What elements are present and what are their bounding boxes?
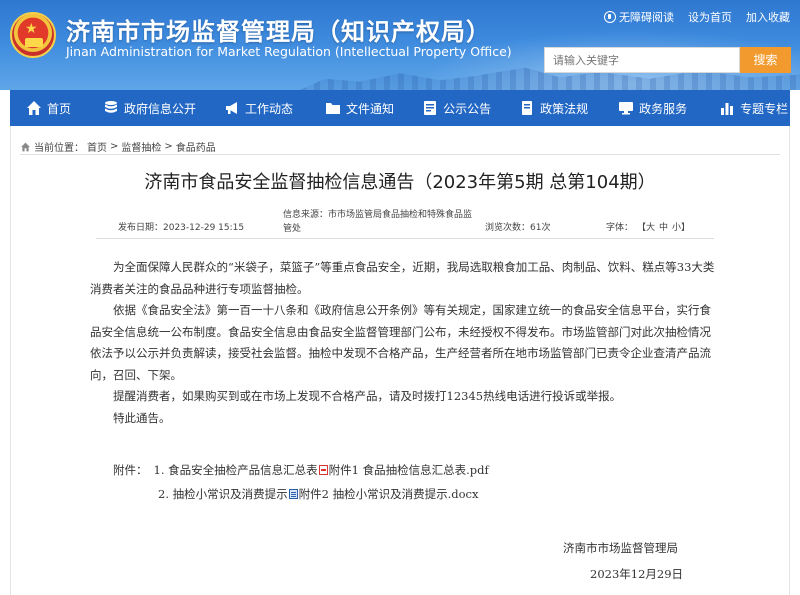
publish-date: 发布日期：2023-12-29 15:15: [118, 223, 245, 233]
attachment-prefix: 2. 抽检小常识及消费提示: [158, 487, 288, 501]
paragraph: 依据《食品安全法》第一百一十八条和《政府信息公开条例》等有关规定，国家建立统一的…: [90, 303, 711, 382]
accessibility-icon: [604, 11, 616, 23]
breadcrumb-home[interactable]: 首页: [87, 139, 107, 154]
breadcrumb-separator: >: [164, 141, 173, 152]
attachment-link-pdf[interactable]: 附件1 食品抽检信息汇总表.pdf: [329, 462, 489, 478]
breadcrumb-food-drug[interactable]: 食品药品: [176, 139, 216, 154]
attachment-item-1: 附件： 1. 食品安全抽检产品信息汇总表 附件1 食品抽检信息汇总表.pdf: [113, 462, 489, 478]
nav-item-gov-info[interactable]: 政府信息公开: [103, 90, 196, 126]
info-source: 信息来源：市市场监管局食品抽检和特殊食品监管处: [283, 210, 473, 234]
accessibility-link[interactable]: 无障碍阅读: [604, 9, 674, 25]
chart-icon: [721, 103, 734, 115]
font-label: 字体：: [606, 223, 634, 233]
set-homepage-link[interactable]: 设为首页: [688, 9, 732, 25]
nav-item-special[interactable]: 专题专栏: [719, 90, 788, 126]
article-title: 济南市食品安全监督抽检信息通告（2023年第5期 总第104期）: [144, 172, 656, 193]
breadcrumb-prefix: 当前位置：: [34, 143, 84, 154]
main-nav: 首页 政府信息公开 工作动态 文件通知 公示公告 政策法规 政务服务 专题专栏: [10, 90, 790, 126]
font-size-large[interactable]: 【大: [637, 220, 655, 233]
site-header: ★ 济南市市场监督管理局（知识产权局） Jinan Administration…: [0, 0, 800, 90]
search-input[interactable]: [544, 47, 740, 73]
view-count: 浏览次数：61次: [485, 223, 551, 233]
nav-item-home[interactable]: 首页: [26, 90, 71, 126]
notice-icon: [424, 101, 437, 115]
folder-icon: [326, 103, 341, 114]
site-title: 济南市市场监督管理局（知识产权局）: [66, 18, 491, 46]
pdf-icon: [318, 465, 328, 475]
paragraph: 为全面保障人民群众的“米袋子，菜篮子”等重点食品安全，近期，我局选取粮食加工品、…: [90, 260, 715, 296]
font-size-medium[interactable]: 中: [659, 220, 668, 233]
nav-item-public-notice[interactable]: 公示公告: [422, 90, 491, 126]
breadcrumb: 当前位置： 首页 > 监督抽检 > 食品药品: [20, 139, 216, 154]
add-favorite-link[interactable]: 加入收藏: [746, 9, 790, 25]
attachment-item-2: 2. 抽检小常识及消费提示 附件2 抽检小常识及消费提示.docx: [158, 486, 478, 502]
meta-divider: [96, 238, 714, 239]
paragraph: 特此通告。: [113, 410, 171, 425]
search-button[interactable]: 搜索: [740, 47, 791, 73]
star-icon: ★: [25, 21, 38, 37]
signature-org: 济南市市场监督管理局: [563, 541, 678, 555]
attachment-prefix: 1. 食品安全抽检产品信息汇总表: [153, 463, 318, 477]
paragraph: 提醒消费者，如果购买到或在市场上发现不合格产品，请及时拨打12345热线电话进行…: [113, 389, 622, 403]
attachments-label: 附件：: [113, 463, 148, 477]
national-emblem-icon: ★: [10, 12, 56, 58]
location-home-icon: [21, 142, 30, 151]
site-subtitle: Jinan Administration for Market Regulati…: [66, 44, 512, 59]
nav-item-work-news[interactable]: 工作动态: [224, 90, 293, 126]
attachment-link-docx[interactable]: 附件2 抽检小常识及消费提示.docx: [299, 486, 479, 502]
breadcrumb-inspection[interactable]: 监督抽检: [121, 139, 161, 154]
breadcrumb-separator: >: [110, 141, 119, 152]
signature-date: 2023年12月29日: [590, 567, 684, 581]
home-icon: [27, 101, 41, 115]
monitor-icon: [619, 102, 634, 115]
nav-item-gov-service[interactable]: 政务服务: [618, 90, 687, 126]
font-size-switcher: 字体： 【大 中 小】: [606, 220, 690, 233]
nav-item-policy[interactable]: 政策法规: [519, 90, 588, 126]
breadcrumb-divider: [20, 154, 780, 155]
article-body: 为全面保障人民群众的“米袋子，菜篮子”等重点食品安全，近期，我局选取粮食加工品、…: [90, 257, 716, 429]
top-links: 无障碍阅读 设为首页 加入收藏: [604, 9, 790, 25]
nav-item-file-notice[interactable]: 文件通知: [325, 90, 394, 126]
megaphone-icon: [226, 102, 238, 114]
book-icon: [522, 101, 533, 115]
doc-icon: [288, 489, 298, 499]
database-icon: [105, 101, 118, 113]
gate-icon: [25, 38, 43, 47]
font-size-small[interactable]: 小】: [672, 220, 690, 233]
